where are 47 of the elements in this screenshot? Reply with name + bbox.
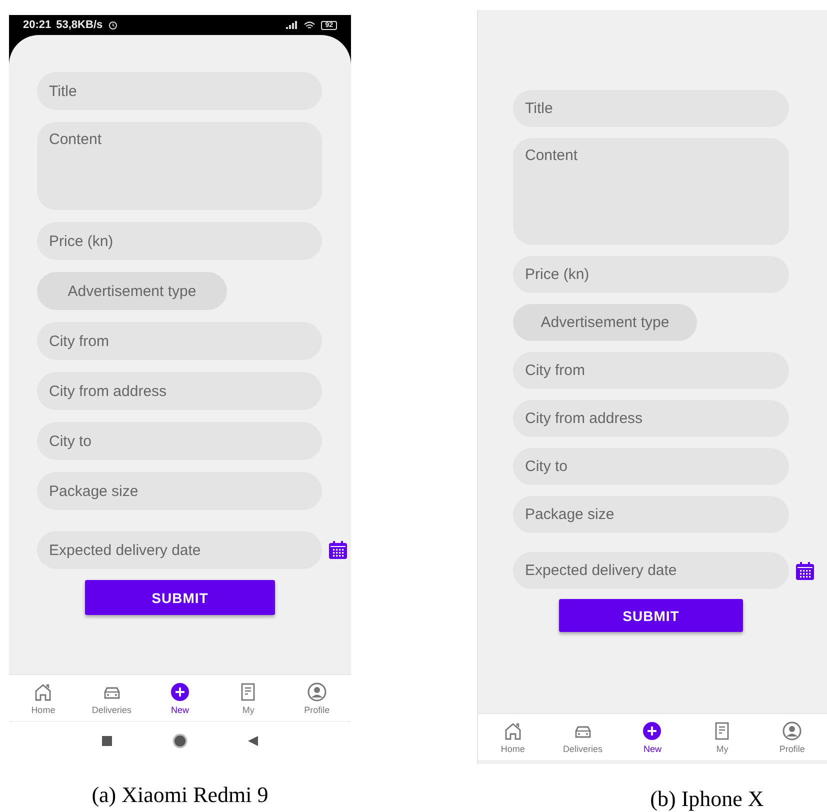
content-field[interactable]: Content [37,122,322,210]
advertisement-type-select[interactable]: Advertisement type [513,304,697,341]
text-field[interactable]: City from [513,352,789,389]
text-field[interactable]: Package size [513,496,789,533]
text-field[interactable]: Title [513,90,789,127]
signal-icon [286,21,298,29]
nav-tab[interactable]: My [687,714,758,760]
figure-caption: (b) Iphone X [649,786,765,812]
home-circle-icon[interactable] [172,733,188,749]
profile-icon [782,720,802,740]
text-field[interactable]: Package size [37,472,322,510]
home-icon [33,682,54,702]
nav-tab[interactable]: Home [478,714,548,760]
nav-tab[interactable]: My [214,675,283,721]
home-icon [502,720,523,740]
nav-tab[interactable]: Deliveries [548,714,618,760]
network-speed: 53,8KB/s [56,19,103,31]
nav-tab[interactable]: Profile [282,675,352,721]
text-field[interactable]: City from address [37,372,322,410]
advertisement-type-select[interactable]: Advertisement type [37,272,227,310]
add-icon [642,720,662,740]
calendar-icon[interactable] [328,540,348,560]
text-field[interactable]: City to [37,422,322,460]
text-field[interactable]: Title [37,72,322,110]
calendar-icon[interactable] [795,560,815,580]
date-field[interactable]: Expected delivery date [513,552,789,589]
content-field[interactable]: Content [513,138,789,245]
text-field[interactable]: City from address [513,400,789,437]
nav-tab[interactable]: Home [9,675,78,721]
back-icon[interactable] [248,736,258,746]
text-field[interactable]: City from [37,322,322,360]
nav-tab[interactable]: New [146,675,214,721]
date-field[interactable]: Expected delivery date [37,531,322,569]
alarm-icon [108,20,118,30]
status-time: 20:21 [23,19,52,31]
text-field[interactable]: City to [513,448,789,485]
figure-caption: (a) Xiaomi Redmi 9 [90,782,270,808]
add-icon [170,682,190,702]
submit-button[interactable]: SUBMIT [559,599,743,632]
nav-tab[interactable]: Deliveries [77,675,146,721]
text-field[interactable]: Price (kn) [513,256,789,293]
nav-tab[interactable]: New [618,714,688,760]
nav-tab[interactable]: Profile [757,714,827,760]
text-field[interactable]: Price (kn) [37,222,322,260]
profile-icon [306,682,327,702]
submit-button[interactable]: SUBMIT [85,580,275,615]
wifi-icon [303,20,316,30]
